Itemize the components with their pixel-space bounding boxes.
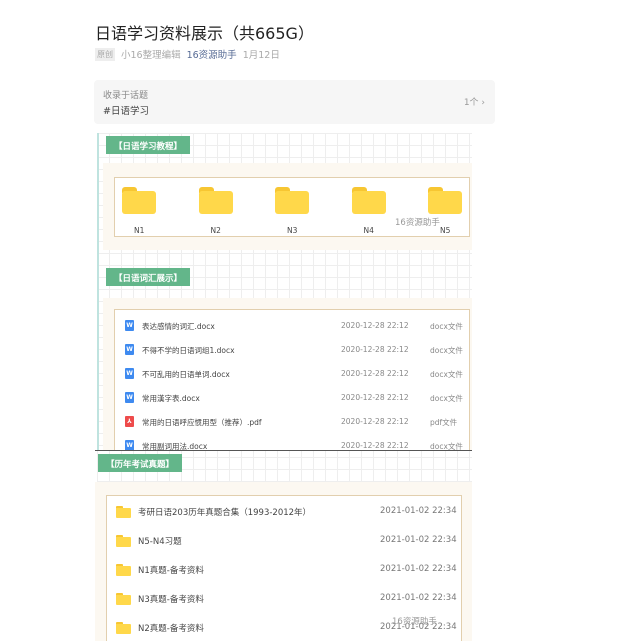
account-link[interactable]: 16资源助手	[187, 47, 237, 61]
file-row[interactable]: W 不可乱用的日语单词.docx 2020-12-28 22:12 docx文件	[115, 367, 469, 381]
section-header-vocab: 【日语词汇展示】	[106, 268, 191, 286]
folder-icon[interactable]	[428, 187, 462, 214]
word-doc-icon: W	[125, 392, 134, 403]
folder-label[interactable]: N3	[287, 226, 297, 235]
file-row[interactable]: W 表达感情的词汇.docx 2020-12-28 22:12 docx文件	[115, 319, 469, 333]
exam-folder-row[interactable]: N3真题-备考资料 2021-01-02 22:34	[107, 592, 461, 606]
word-doc-icon: W	[125, 320, 134, 331]
folder-label[interactable]: N1	[134, 226, 144, 235]
folder-label[interactable]: N5	[440, 226, 450, 235]
folder-name[interactable]: N1真题-备考资料	[138, 564, 204, 576]
file-name[interactable]: 不得不学的日语词组1.docx	[142, 345, 235, 356]
pdf-icon: ⅄	[125, 416, 134, 427]
folder-name[interactable]: N5-N4习题	[138, 535, 182, 547]
publish-date: 1月12日	[242, 50, 280, 61]
folder-date: 2021-01-02 22:34	[380, 506, 457, 516]
folder-label[interactable]: N4	[364, 226, 374, 235]
topic-label: 收录于话题	[103, 91, 149, 101]
file-name[interactable]: 常用的日语呼应惯用型（推荐）.pdf	[142, 417, 262, 428]
folder-icon	[116, 506, 131, 518]
folder-icon	[116, 593, 131, 605]
folder-name[interactable]: 考研日语203历年真题合集（1993-2012年）	[138, 506, 311, 518]
file-name[interactable]: 常用漢字表.docx	[142, 393, 200, 404]
file-date: 2020-12-28 22:12	[341, 417, 409, 426]
folder-label[interactable]: N2	[211, 226, 221, 235]
file-date: 2020-12-28 22:12	[341, 393, 409, 402]
exam-folder-row[interactable]: N5-N4习题 2021-01-02 22:34	[107, 534, 461, 548]
folder-icon	[116, 622, 131, 634]
file-name[interactable]: 表达感情的词汇.docx	[142, 321, 215, 332]
file-date: 2020-12-28 22:12	[341, 345, 409, 354]
section-header-tutorials: 【日语学习教程】	[106, 136, 191, 154]
word-doc-icon: W	[125, 344, 134, 355]
folder-icon[interactable]	[198, 187, 233, 214]
exam-folder-row[interactable]: N1真题-备考资料 2021-01-02 22:34	[107, 563, 461, 577]
folder-date: 2021-01-02 22:34	[380, 535, 457, 545]
author: 小16整理编辑	[121, 50, 181, 61]
folder-icon[interactable]	[351, 187, 386, 214]
file-type: docx文件	[430, 346, 463, 355]
file-type: pdf文件	[430, 418, 458, 427]
file-row[interactable]: ⅄ 常用的日语呼应惯用型（推荐）.pdf 2020-12-28 22:12 pd…	[115, 415, 469, 429]
folder-icon[interactable]	[122, 187, 156, 214]
watermark: 16资源助手	[395, 218, 440, 228]
file-type: docx文件	[430, 394, 463, 403]
article-title: 日语学习资料展示（共665G）	[95, 24, 314, 43]
file-list: W 表达感情的词汇.docx 2020-12-28 22:12 docx文件 W…	[114, 309, 470, 451]
file-row[interactable]: W 不得不学的日语词组1.docx 2020-12-28 22:12 docx文…	[115, 343, 469, 357]
folder-icon	[116, 535, 131, 547]
topic-count[interactable]: 1个 ›	[464, 95, 485, 108]
file-type: docx文件	[430, 322, 463, 331]
folder-name[interactable]: N2真题-备考资料	[138, 622, 204, 634]
divider	[97, 133, 99, 451]
watermark: 16资源助手	[392, 617, 437, 627]
file-date: 2020-12-28 22:12	[341, 321, 409, 330]
folder-date: 2021-01-02 22:34	[380, 564, 457, 574]
file-date: 2020-12-28 22:12	[341, 441, 409, 450]
original-tag: 原创	[95, 47, 115, 61]
article-meta: 原创 小16整理编辑 16资源助手 1月12日	[95, 47, 280, 61]
word-doc-icon: W	[125, 368, 134, 379]
file-row[interactable]: W 常用漢字表.docx 2020-12-28 22:12 docx文件	[115, 391, 469, 405]
file-date: 2020-12-28 22:12	[341, 369, 409, 378]
section-header-exams: 【历年考试真题】	[98, 454, 183, 472]
topic-box[interactable]: 收录于话题 #日语学习 1个 ›	[94, 80, 495, 124]
folder-icon[interactable]	[275, 187, 309, 214]
exam-folder-row[interactable]: 考研日语203历年真题合集（1993-2012年） 2021-01-02 22:…	[107, 505, 461, 519]
separator	[95, 450, 472, 451]
folder-date: 2021-01-02 22:34	[380, 593, 457, 603]
folder-name[interactable]: N3真题-备考资料	[138, 593, 204, 605]
file-type: docx文件	[430, 370, 463, 379]
file-name[interactable]: 不可乱用的日语单词.docx	[142, 369, 230, 380]
topic-tag[interactable]: #日语学习	[103, 103, 149, 117]
folder-icon	[116, 564, 131, 576]
